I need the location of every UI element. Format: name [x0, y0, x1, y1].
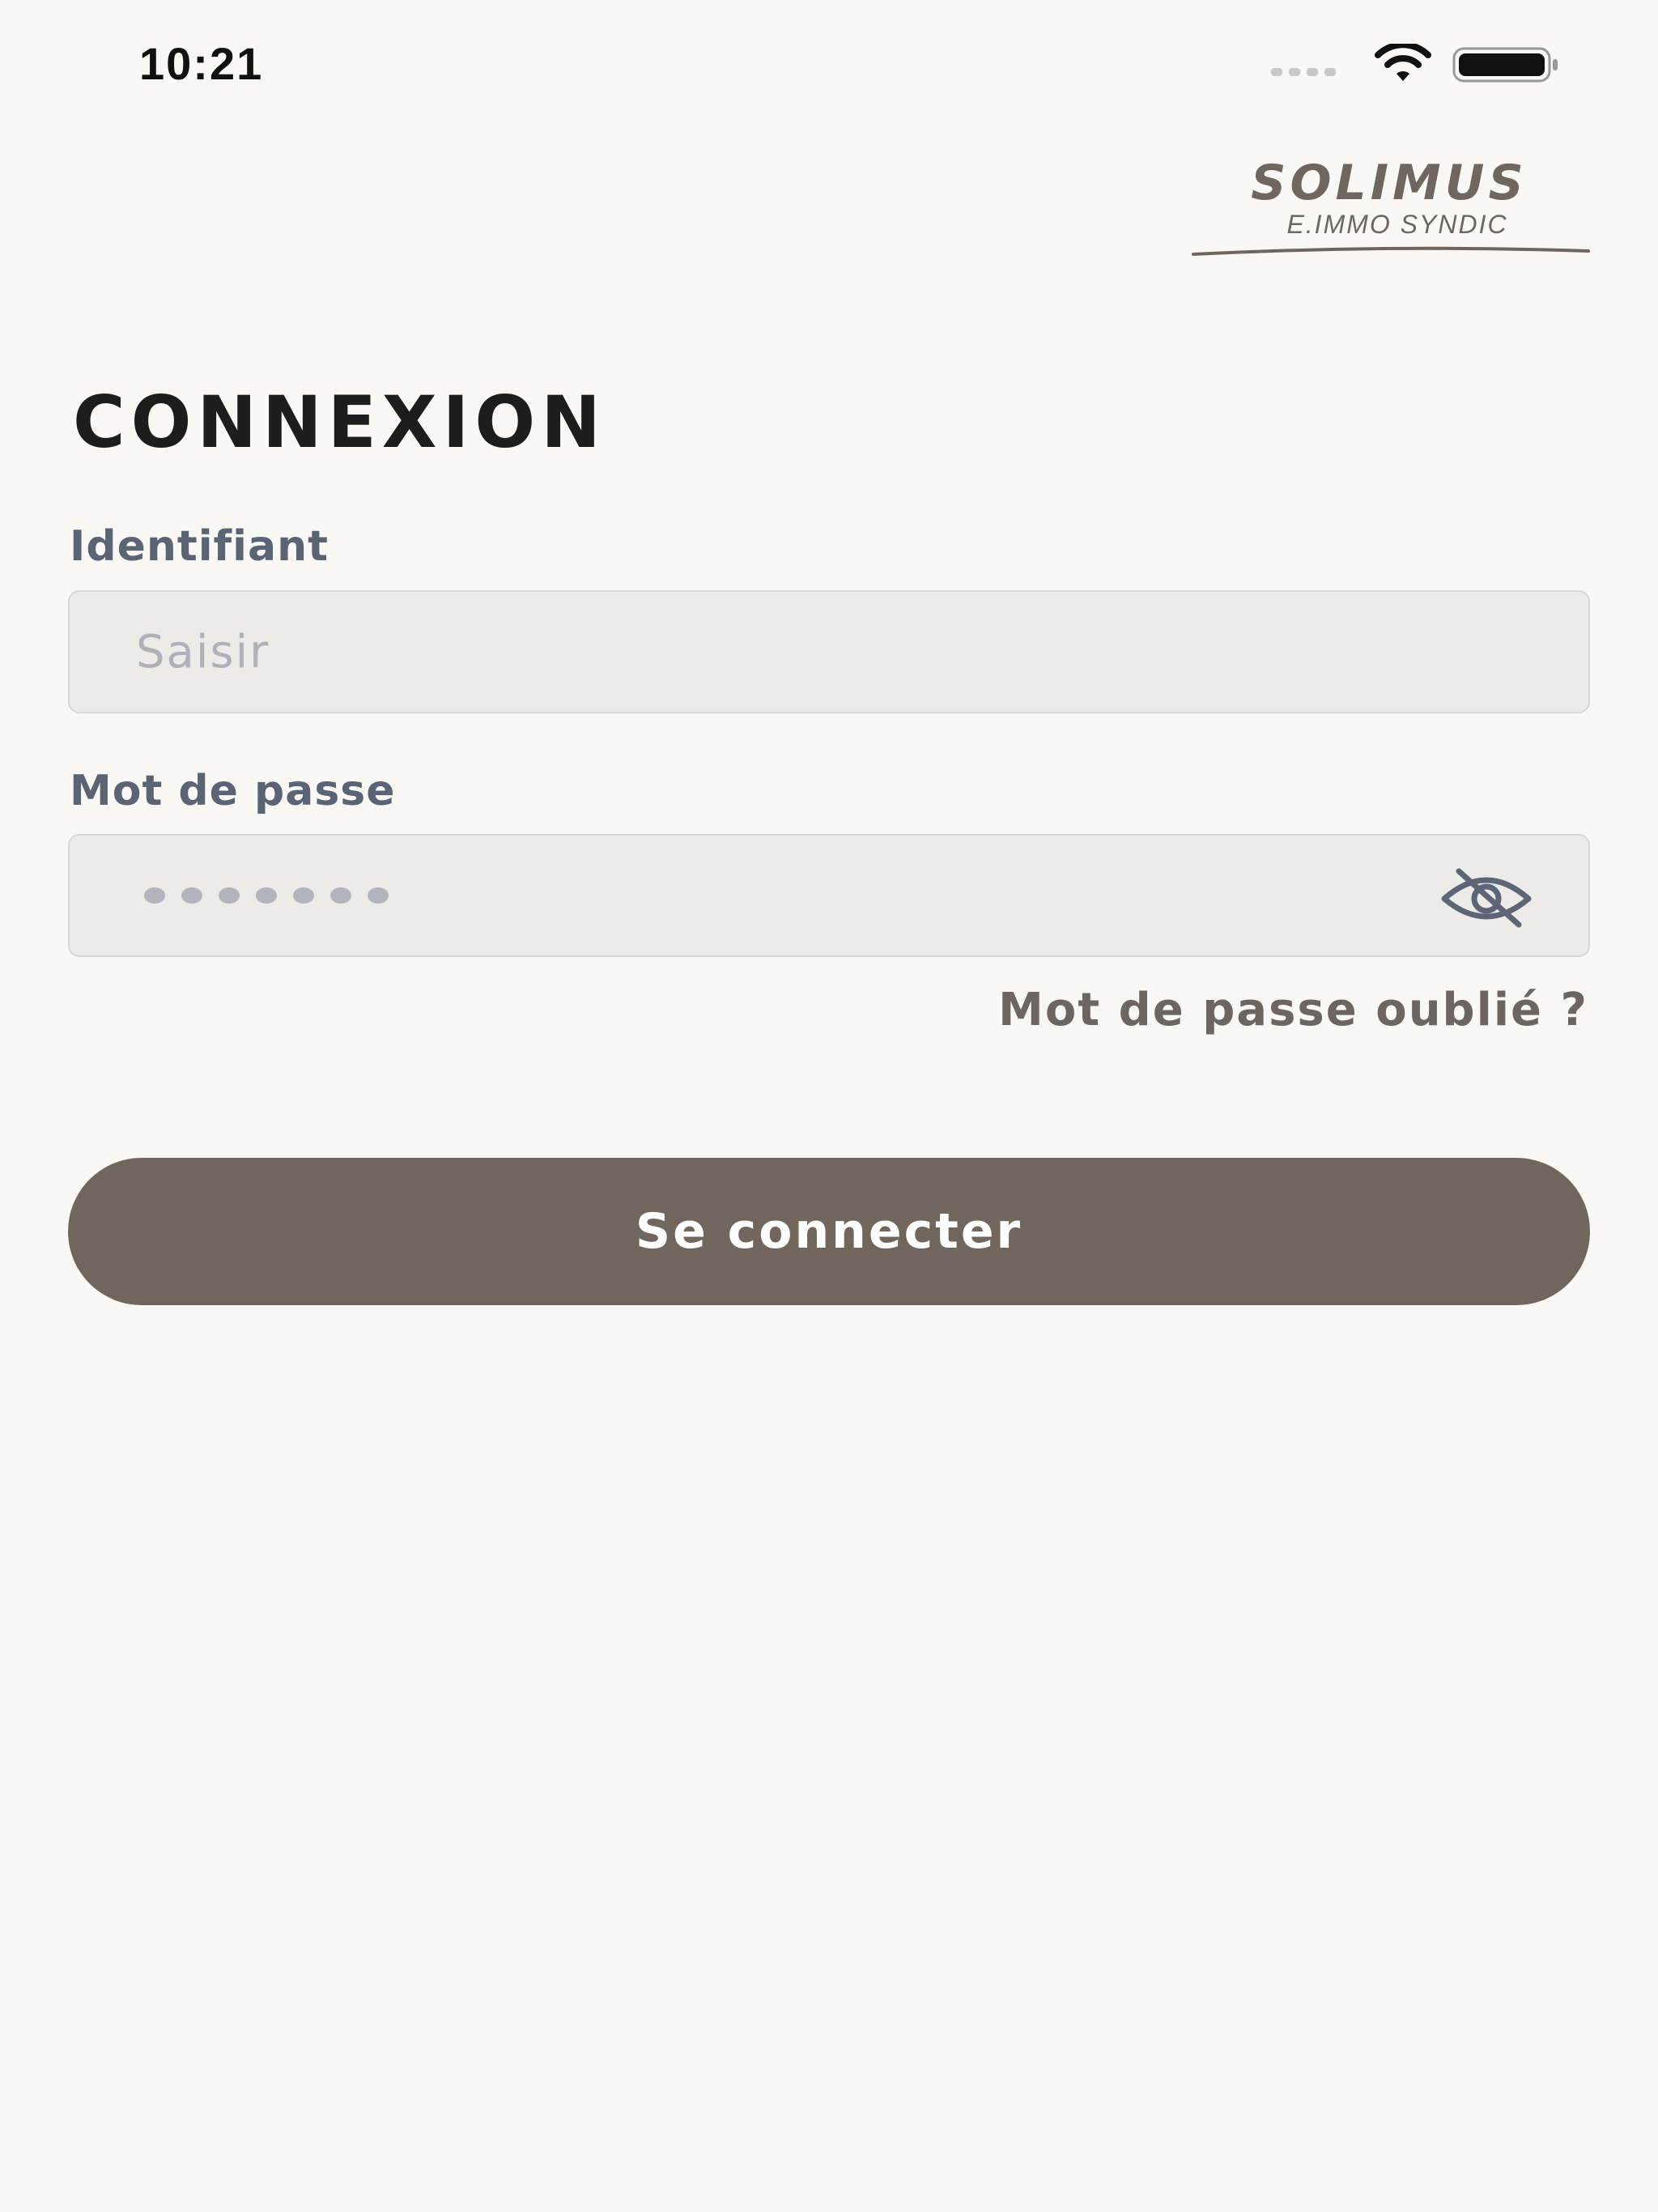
brand-tagline: E.IMMO SYNDIC	[1286, 210, 1507, 239]
page-title: CONNEXION	[73, 381, 606, 464]
password-masked-value	[144, 887, 389, 904]
battery-icon	[1452, 47, 1558, 83]
brand-name: SOLIMUS	[1251, 155, 1527, 211]
forgot-password-link[interactable]: Mot de passe oublié ?	[998, 984, 1588, 1036]
identifier-field[interactable]	[68, 590, 1590, 713]
login-button[interactable]: Se connecter	[68, 1158, 1590, 1305]
wifi-icon	[1375, 44, 1431, 81]
eye-off-icon[interactable]	[1438, 865, 1535, 929]
status-icons	[1271, 44, 1579, 84]
password-field[interactable]	[68, 834, 1590, 957]
identifier-label: Identifiant	[70, 522, 329, 571]
identifier-input[interactable]	[136, 592, 1431, 712]
password-label: Mot de passe	[70, 767, 396, 815]
solimus-logo: SOLIMUS E.IMMO SYNDIC	[1192, 155, 1590, 256]
status-time: 10:21	[139, 38, 264, 89]
cellular-signal-icon	[1271, 68, 1336, 76]
